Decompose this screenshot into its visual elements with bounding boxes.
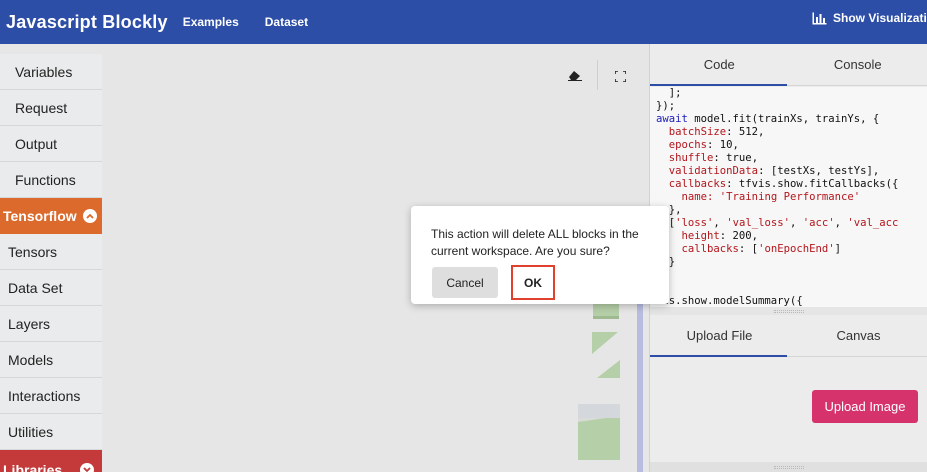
code-line: vis.show.modelSummary({	[656, 295, 803, 307]
toolbox-item-interactions[interactable]: Interactions	[0, 378, 102, 414]
code-line: )	[656, 269, 922, 282]
code-line: });	[656, 100, 676, 112]
code-tabs: Code Console	[650, 44, 927, 86]
dialog-message: This action will delete ALL blocks in th…	[431, 227, 639, 258]
code-line: ];	[656, 87, 682, 99]
nav-dataset[interactable]: Dataset	[265, 15, 308, 29]
upload-area: Upload Image	[650, 357, 927, 462]
cancel-button[interactable]: Cancel	[432, 267, 498, 298]
toolbox-item-utilities[interactable]: Utilities	[0, 414, 102, 450]
upload-tabs: Upload File Canvas	[650, 315, 927, 357]
code-line: ['loss', 'val_loss', 'acc', 'val_acc	[668, 217, 899, 229]
generated-code: ];}); await model.fit(trainXs, trainYs, {…	[650, 87, 927, 307]
nav-examples[interactable]: Examples	[183, 15, 239, 29]
code-line: callbacks: tfvis.show.fitCallbacks({	[668, 178, 899, 190]
resize-handle[interactable]	[650, 462, 927, 472]
libraries-category-label: Libraries	[3, 462, 63, 472]
tab-code[interactable]: Code	[650, 44, 789, 86]
show-visualization-label: Show Visualizatio	[833, 11, 927, 25]
code-line: epochs: 10,	[668, 139, 739, 151]
toolbox-item-functions[interactable]: Functions	[0, 162, 102, 198]
flyout-block-shape	[578, 404, 622, 467]
fullscreen-icon[interactable]	[614, 69, 627, 87]
toolbox-item-output[interactable]: Output	[0, 126, 102, 162]
toolbox-item-request[interactable]: Request	[0, 90, 102, 126]
tab-upload-file[interactable]: Upload File	[650, 315, 789, 357]
tab-console[interactable]: Console	[789, 44, 927, 85]
tab-canvas[interactable]: Canvas	[789, 315, 927, 356]
upload-image-button[interactable]: Upload Image	[812, 390, 918, 423]
flyout-block-shape	[593, 303, 621, 326]
code-line: height: 200,	[681, 230, 759, 242]
code-line: batchSize: 512,	[668, 126, 765, 138]
show-visualization-button[interactable]: Show Visualizatio	[812, 0, 927, 36]
app-title[interactable]: Javascript Blockly	[6, 12, 168, 33]
toolbox-category-tensorflow[interactable]: Tensorflow	[0, 198, 102, 234]
toolbox-item-layers[interactable]: Layers	[0, 306, 102, 342]
app-header: Javascript Blockly Examples Dataset Show…	[0, 0, 927, 44]
toolbox-item-variables[interactable]: Variables	[0, 54, 102, 90]
bar-chart-icon	[812, 12, 827, 24]
code-line: await model.fit(trainXs, trainYs, {	[656, 113, 880, 125]
toolbox-category-libraries[interactable]: Libraries	[0, 450, 102, 472]
code-line: validationData: [testXs, testYs],	[668, 165, 880, 177]
code-line: ;	[656, 282, 922, 295]
code-line: shuffle: true,	[668, 152, 759, 164]
code-line: }	[668, 256, 676, 268]
toolbox-item-tensors[interactable]: Tensors	[0, 234, 102, 270]
resize-handle[interactable]	[650, 307, 927, 315]
toolbox-item-data-set[interactable]: Data Set	[0, 270, 102, 306]
right-panel: Code Console ];}); await model.fit(trainX…	[649, 44, 927, 472]
code-line: callbacks: ['onEpochEnd']	[681, 243, 841, 255]
confirm-dialog: This action will delete ALL blocks in th…	[411, 206, 669, 304]
toolbox-item-models[interactable]: Models	[0, 342, 102, 378]
code-line: },	[668, 204, 682, 216]
toolbox-sidebar: Variables Request Output Functions Tenso…	[0, 54, 102, 472]
chevron-up-icon	[82, 209, 97, 223]
eraser-icon[interactable]	[568, 68, 582, 86]
flyout-block-shape	[592, 332, 622, 385]
tensorflow-category-label: Tensorflow	[3, 208, 77, 224]
ok-button[interactable]: OK	[511, 265, 555, 300]
code-line: name: 'Training Performance'	[681, 191, 861, 203]
workspace-toolbar-divider	[597, 60, 598, 90]
chevron-down-icon	[80, 463, 95, 472]
